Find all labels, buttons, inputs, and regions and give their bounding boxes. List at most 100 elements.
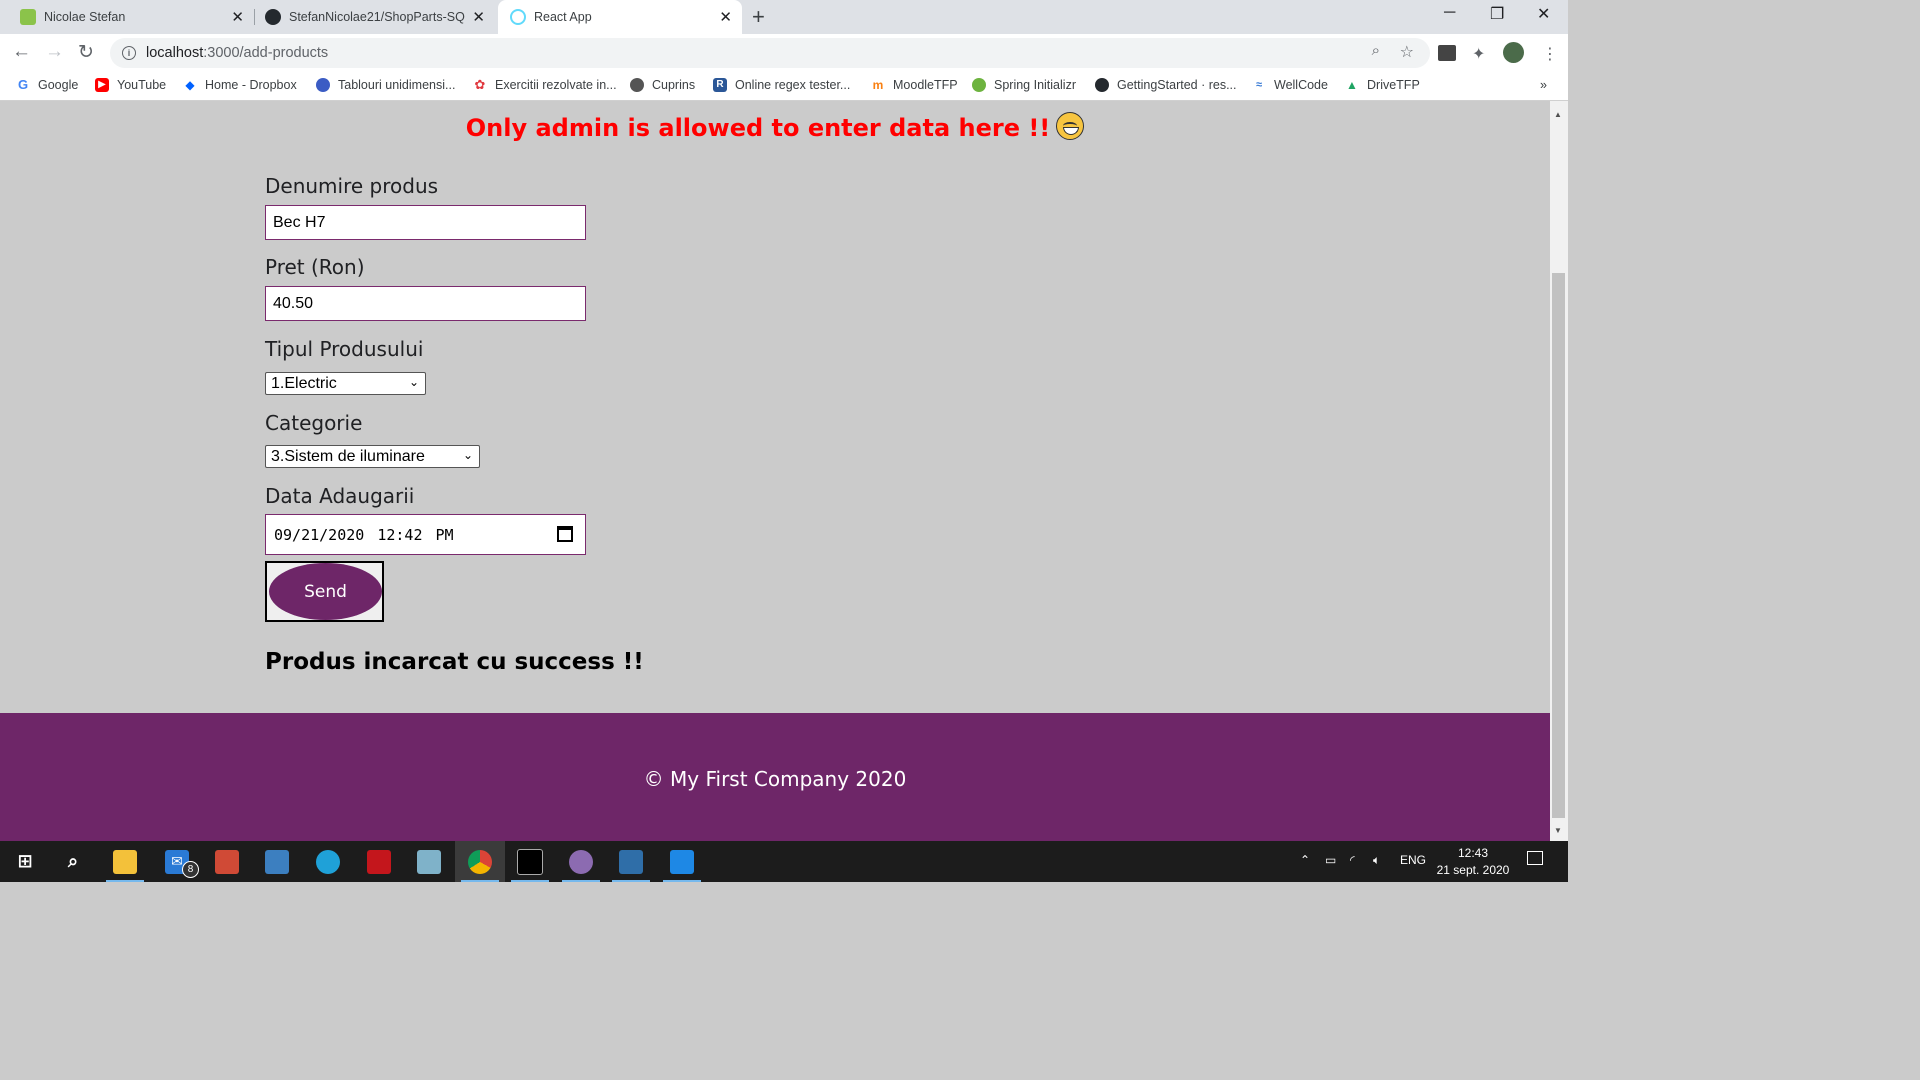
start-button[interactable]: ⊞	[0, 841, 50, 882]
clock-time: 12:43	[1457, 846, 1489, 860]
zoom-icon[interactable]: ⌕	[1372, 42, 1380, 59]
bookmark-youtube[interactable]: ▶ YouTube	[95, 78, 166, 92]
send-button[interactable]: Send	[269, 563, 382, 620]
bookmark-label: Exercitii rezolvate in...	[495, 78, 617, 92]
dropbox-icon: ◆	[185, 78, 195, 92]
notifications-icon[interactable]	[1527, 851, 1543, 865]
url-path: :3000/add-products	[203, 45, 329, 61]
admin-warning-heading: Only admin is allowed to enter data here…	[0, 112, 1550, 142]
bookmark-moodle[interactable]: m MoodleTFP	[871, 78, 958, 92]
bookmark-star-icon[interactable]: ☆	[1400, 42, 1414, 62]
product-name-value: Bec H7	[273, 213, 326, 231]
clock-date: 21 sept. 2020	[1436, 863, 1510, 877]
bookmark-exercitii[interactable]: ✿ Exercitii rezolvate in...	[473, 77, 617, 93]
site-info-icon[interactable]: i	[122, 46, 136, 60]
taskbar-books[interactable]	[202, 841, 252, 882]
scroll-down-icon[interactable]: ▼	[1554, 826, 1562, 835]
globe-icon	[630, 78, 644, 92]
bookmark-gettingstarted[interactable]: GettingStarted · res...	[1095, 78, 1237, 92]
taskbar-edge[interactable]	[303, 841, 353, 882]
regex-icon: R	[713, 78, 727, 92]
taskbar-clock[interactable]: 12:43 21 sept. 2020	[1432, 845, 1514, 879]
tab-github[interactable]: StefanNicolae21/ShopParts-SQL- ✕	[255, 0, 495, 34]
bookmark-tablouri[interactable]: Tablouri unidimensi...	[316, 78, 455, 92]
google-icon: G	[17, 77, 29, 92]
bookmark-dropbox[interactable]: ◆ Home - Dropbox	[183, 78, 297, 92]
new-tab-icon[interactable]: +	[752, 4, 765, 30]
price-label: Pret (Ron)	[265, 255, 365, 279]
selenium-extension-icon[interactable]	[1438, 45, 1456, 61]
tab-react-app[interactable]: React App ✕	[498, 0, 742, 34]
taskbar-eclipse[interactable]	[556, 841, 606, 882]
back-icon[interactable]: ←	[12, 41, 31, 63]
product-name-input[interactable]: Bec H7	[265, 205, 586, 240]
taskbar-visio[interactable]	[252, 841, 302, 882]
globe-icon	[316, 78, 330, 92]
chrome-menu-icon[interactable]: ⋮	[1542, 44, 1558, 64]
volume-icon[interactable]: 🔈︎	[1373, 853, 1380, 868]
scroll-up-icon[interactable]: ▲	[1554, 110, 1562, 119]
bookmark-drive[interactable]: ▲ DriveTFP	[1345, 78, 1420, 92]
profile-avatar[interactable]	[1503, 42, 1524, 63]
taskbar-mail[interactable]: ✉ 8	[152, 841, 202, 882]
chrome-icon	[468, 849, 492, 874]
input-language[interactable]: ENG	[1400, 853, 1426, 867]
close-tab-icon[interactable]: ✕	[231, 8, 244, 26]
taskbar-file-explorer[interactable]	[100, 841, 150, 882]
database-icon	[619, 849, 643, 874]
close-tab-icon[interactable]: ✕	[472, 8, 485, 26]
taskbar-sql-workbench[interactable]	[606, 841, 656, 882]
forward-icon[interactable]: →	[45, 41, 64, 63]
bookmark-label: Tablouri unidimensi...	[338, 78, 456, 92]
bookmark-label: Home - Dropbox	[205, 78, 297, 92]
bookmark-spring[interactable]: Spring Initializr	[972, 78, 1076, 92]
bookmark-cuprins[interactable]: Cuprins	[630, 78, 695, 92]
bookmark-label: YouTube	[117, 78, 167, 92]
address-bar[interactable]: i localhost:3000/add-products ⌕ ☆	[110, 38, 1430, 68]
price-input[interactable]: 40.50	[265, 286, 586, 321]
extensions-puzzle-icon[interactable]: ✦	[1472, 44, 1485, 64]
bookmark-label: Spring Initializr	[994, 78, 1076, 92]
google-drive-icon: ▲	[1346, 78, 1358, 92]
calendar-icon[interactable]	[557, 526, 573, 542]
date-added-value: 09/21/2020 12:42 PM	[274, 525, 454, 544]
bookmark-wellcode[interactable]: ≈ WellCode	[1252, 78, 1328, 92]
bookmark-google[interactable]: G Google	[16, 77, 79, 93]
tab-nicolae-stefan[interactable]: Nicolae Stefan ✕	[10, 0, 254, 34]
page-scrollbar[interactable]: ▲ ▼	[1550, 101, 1568, 841]
bookmark-regex[interactable]: R Online regex tester...	[713, 78, 850, 92]
window-close-icon[interactable]: ✕	[1537, 4, 1550, 24]
windows-logo-icon: ⊞	[17, 851, 33, 871]
bookmark-label: Google	[38, 78, 79, 92]
taskbar-notes[interactable]	[404, 841, 454, 882]
restore-icon[interactable]: ❐	[1490, 4, 1504, 24]
github-icon	[265, 9, 281, 25]
category-select[interactable]: 3.Sistem de iluminare ⌄	[265, 445, 480, 468]
date-added-input[interactable]: 09/21/2020 12:42 PM	[265, 514, 586, 555]
books-icon	[215, 849, 239, 874]
search-button[interactable]: ⌕	[48, 841, 98, 882]
flower-icon: ✿	[474, 77, 486, 92]
wifi-icon[interactable]: ◜	[1350, 853, 1355, 867]
url-host: localhost	[146, 45, 204, 61]
show-hidden-icons-icon[interactable]: ⌃	[1300, 853, 1310, 867]
category-label: Categorie	[265, 411, 363, 435]
taskbar-terminal[interactable]	[505, 841, 555, 882]
url-text: localhost:3000/add-products	[146, 45, 328, 61]
reload-icon[interactable]: ↻	[78, 41, 94, 64]
search-icon: ⌕	[67, 851, 79, 871]
paint-icon	[569, 849, 593, 874]
date-added-label: Data Adaugarii	[265, 484, 415, 508]
taskbar-chrome[interactable]	[455, 841, 505, 882]
close-tab-icon[interactable]: ✕	[719, 8, 732, 26]
taskbar-acrobat[interactable]	[354, 841, 404, 882]
more-bookmarks-icon[interactable]: »	[1540, 78, 1547, 92]
tab-title: StefanNicolae21/ShopParts-SQL-	[289, 10, 465, 24]
taskbar-vscode[interactable]	[657, 841, 707, 882]
acrobat-icon	[367, 849, 391, 874]
scrollbar-thumb[interactable]	[1552, 273, 1565, 818]
edge-icon	[316, 849, 340, 874]
battery-icon[interactable]: ▭	[1325, 853, 1336, 867]
minimize-icon[interactable]: ─	[1444, 4, 1455, 22]
product-type-select[interactable]: 1.Electric ⌄	[265, 372, 426, 395]
